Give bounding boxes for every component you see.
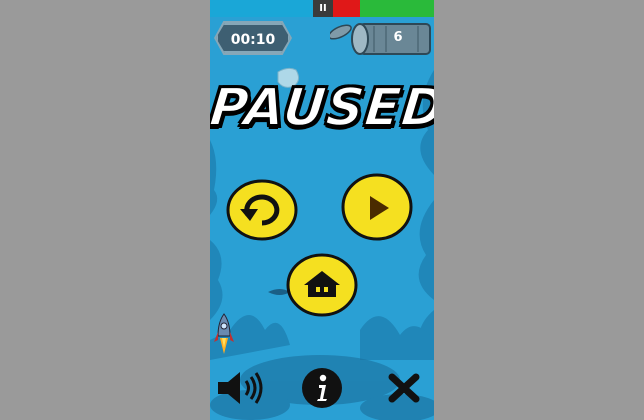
speaker-icon [218, 372, 263, 404]
home-button[interactable] [286, 253, 358, 317]
can-counter [330, 23, 431, 55]
paused-title: PAUSED [210, 77, 434, 139]
info-icon [302, 368, 342, 408]
sound-button[interactable] [216, 368, 266, 408]
game-stage: II 00:10 6 PAUSED [210, 0, 434, 420]
rocket-icon [214, 313, 234, 354]
timer-display: 00:10 [216, 23, 290, 53]
info-button[interactable] [300, 366, 344, 410]
restart-button[interactable] [226, 179, 298, 241]
progress-segment-blue [210, 0, 313, 17]
close-button[interactable] [386, 371, 422, 405]
tin-can-icon [330, 23, 431, 55]
bottom-toolbar [210, 360, 434, 420]
close-icon [388, 373, 420, 403]
can-count: 6 [393, 30, 403, 45]
play-button[interactable] [341, 172, 413, 242]
